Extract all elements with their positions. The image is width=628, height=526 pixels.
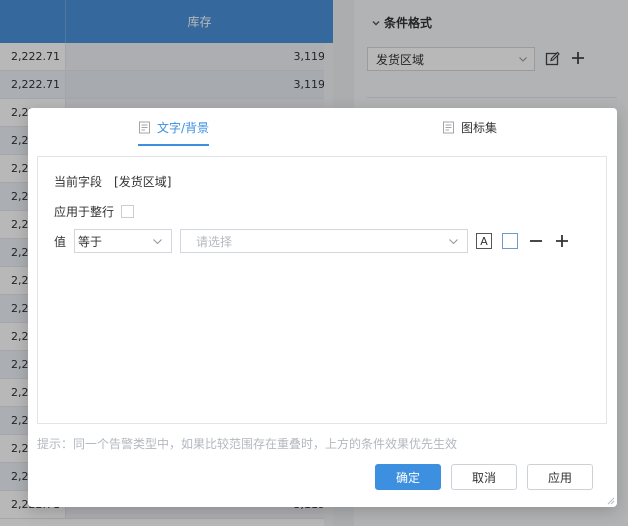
- current-field-row: 当前字段 [发货区域]: [54, 173, 171, 190]
- minus-icon[interactable]: [529, 234, 543, 248]
- document-icon: [139, 121, 150, 133]
- conditional-format-dialog: 文字/背景 图标集 当前字段 [发货区域] 应用于整行 值 等于 请选择 A 提…: [28, 108, 617, 507]
- value-placeholder: 请选择: [196, 234, 233, 249]
- apply-whole-row: 应用于整行: [54, 203, 135, 220]
- value-label: 值: [54, 234, 67, 249]
- chevron-down-icon: [153, 239, 162, 245]
- font-color-button[interactable]: A: [476, 233, 492, 249]
- apply-whole-row-label: 应用于整行: [54, 205, 115, 219]
- value-select[interactable]: 请选择: [180, 229, 468, 253]
- document-icon: [443, 121, 454, 133]
- operator-select[interactable]: 等于: [74, 229, 172, 253]
- apply-button[interactable]: 应用: [527, 464, 593, 490]
- background-color-button[interactable]: [502, 233, 518, 249]
- cancel-button[interactable]: 取消: [451, 464, 517, 490]
- tab-label: 文字/背景: [157, 120, 210, 135]
- active-tab-indicator: [138, 144, 210, 146]
- rule-editor: 当前字段 [发货区域] 应用于整行 值 等于 请选择 A: [37, 156, 607, 424]
- dialog-tabs: 文字/背景 图标集: [28, 108, 617, 146]
- apply-whole-row-checkbox[interactable]: [121, 205, 135, 218]
- tab-text-background[interactable]: 文字/背景: [138, 108, 210, 146]
- current-field-value: [发货区域]: [114, 175, 172, 189]
- operator-value: 等于: [78, 234, 103, 249]
- resize-handle-icon[interactable]: [607, 497, 615, 505]
- current-field-label: 当前字段: [54, 175, 103, 189]
- tab-label: 图标集: [461, 120, 498, 135]
- plus-icon[interactable]: [555, 234, 569, 248]
- condition-row: 值 等于 请选择 A: [54, 229, 568, 253]
- hint-text: 提示：同一个告警类型中，如果比较范围存在重叠时，上方的条件效果优先生效: [37, 437, 458, 451]
- tab-icon-set[interactable]: 图标集: [442, 108, 497, 146]
- chevron-down-icon: [449, 239, 458, 245]
- ok-button[interactable]: 确定: [375, 464, 441, 490]
